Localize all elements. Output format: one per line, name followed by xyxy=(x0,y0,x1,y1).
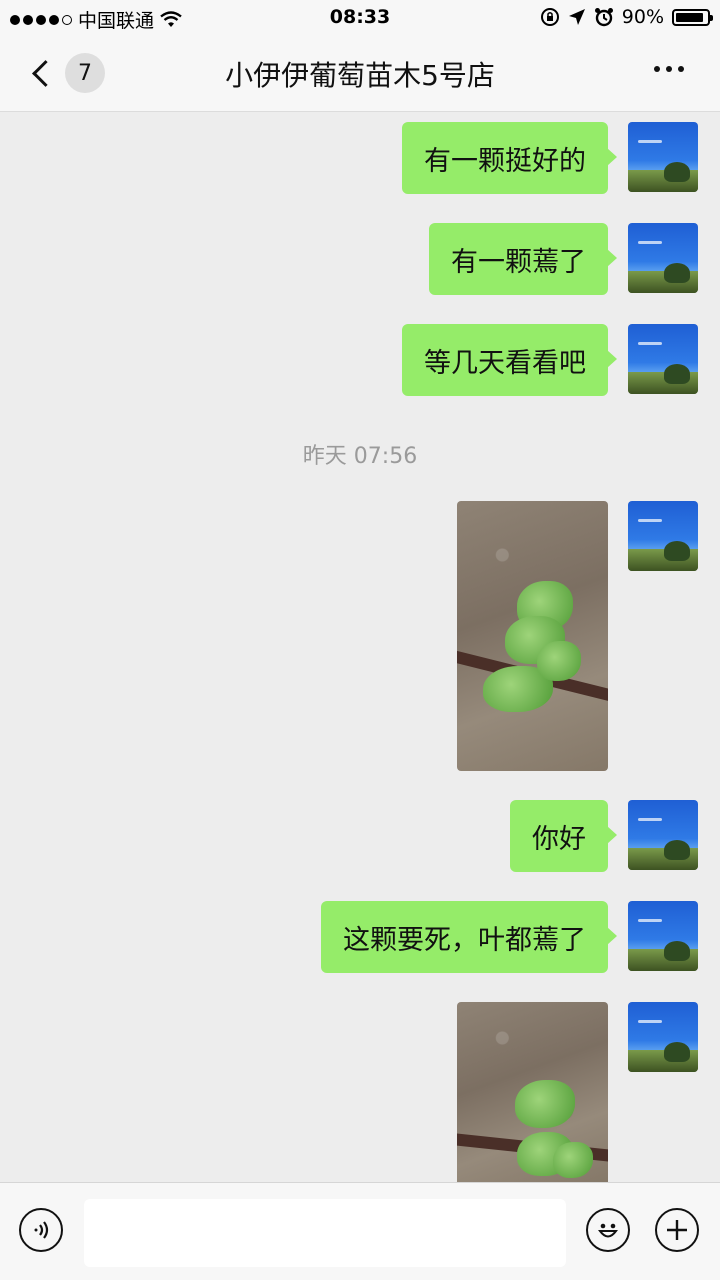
message-row: 这颗要死，叶都蔫了 xyxy=(321,901,698,973)
plus-icon xyxy=(667,1220,687,1240)
more-dot-icon xyxy=(654,66,660,72)
more-functions-button[interactable] xyxy=(655,1208,699,1252)
chat-title: 小伊伊葡萄苗木5号店 xyxy=(225,59,495,92)
smiley-icon xyxy=(598,1223,618,1238)
status-right: 90% xyxy=(540,6,713,28)
battery-percent: 90% xyxy=(621,6,664,28)
avatar[interactable] xyxy=(628,501,698,571)
message-row xyxy=(457,501,698,771)
voice-icon xyxy=(34,1221,49,1239)
message-bubble[interactable]: 这颗要死，叶都蔫了 xyxy=(321,901,617,973)
more-options-button[interactable] xyxy=(654,66,684,72)
message-bubble[interactable]: 有一颗蔫了 xyxy=(429,223,617,295)
battery-icon xyxy=(672,8,713,26)
voice-input-button[interactable] xyxy=(19,1208,63,1252)
message-row: 你好 xyxy=(510,800,698,872)
message-row: 等几天看看吧 xyxy=(402,324,698,396)
chat-header: 7 小伊伊葡萄苗木5号店 xyxy=(0,36,720,112)
message-row: 有一颗蔫了 xyxy=(429,223,698,295)
message-input[interactable] xyxy=(84,1199,566,1267)
input-bar xyxy=(0,1182,720,1280)
message-row xyxy=(457,1002,698,1182)
message-timestamp: 昨天 07:56 xyxy=(302,444,418,469)
avatar[interactable] xyxy=(628,122,698,192)
emoji-button[interactable] xyxy=(586,1208,630,1252)
avatar[interactable] xyxy=(628,800,698,870)
more-dot-icon xyxy=(678,66,684,72)
more-dot-icon xyxy=(666,66,672,72)
image-message[interactable] xyxy=(457,501,608,771)
location-arrow-icon xyxy=(568,9,585,25)
message-row: 有一颗挺好的 xyxy=(402,122,698,194)
message-bubble[interactable]: 有一颗挺好的 xyxy=(402,122,617,194)
chevron-left-icon xyxy=(32,59,59,87)
avatar[interactable] xyxy=(628,324,698,394)
avatar[interactable] xyxy=(628,223,698,293)
avatar[interactable] xyxy=(628,1002,698,1072)
image-message[interactable] xyxy=(457,1002,608,1182)
back-button[interactable]: 7 xyxy=(28,50,105,96)
message-bubble[interactable]: 你好 xyxy=(510,800,617,872)
message-bubble[interactable]: 等几天看看吧 xyxy=(402,324,617,396)
status-bar: 中国联通 08:33 90% xyxy=(0,0,720,36)
rotation-lock-icon xyxy=(540,8,559,26)
alarm-icon xyxy=(594,8,613,27)
unread-count-badge: 7 xyxy=(65,53,105,93)
avatar[interactable] xyxy=(628,901,698,971)
